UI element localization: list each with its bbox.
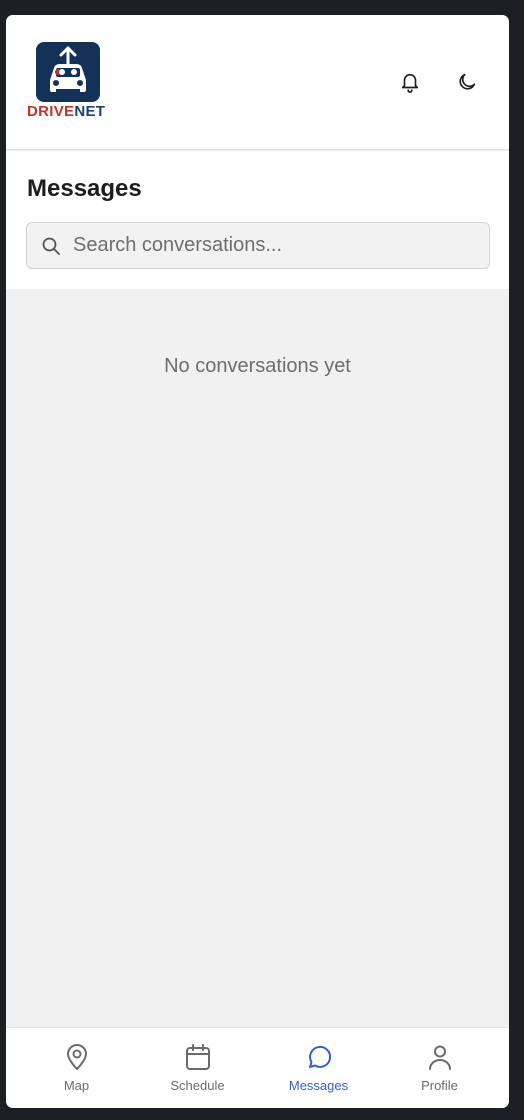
tab-profile[interactable]: Profile — [377, 1028, 502, 1108]
messages-section: Messages — [6, 151, 509, 289]
brand-part-net: NET — [74, 103, 106, 120]
tab-schedule[interactable]: Schedule — [135, 1028, 260, 1108]
car-upload-icon — [50, 46, 86, 92]
search-icon — [41, 236, 61, 256]
map-pin-icon — [62, 1042, 92, 1072]
bell-icon — [401, 73, 419, 93]
brand-part-drive: DRIVE — [27, 103, 75, 120]
calendar-icon — [183, 1042, 213, 1072]
drivenet-logo[interactable]: DRIVENET — [27, 40, 107, 122]
user-icon — [425, 1042, 455, 1072]
search-input[interactable] — [73, 223, 473, 268]
moon-icon — [459, 73, 476, 90]
bottom-tab-bar: Map Schedule Messages Profile — [6, 1027, 509, 1108]
brand-wordmark: DRIVENET — [27, 103, 107, 120]
tab-label: Messages — [288, 1078, 349, 1093]
logo-tile — [36, 42, 100, 102]
tab-label: Profile — [421, 1078, 458, 1093]
chat-bubble-icon — [304, 1042, 334, 1072]
app-frame: DRIVENET Messages No conversati — [6, 15, 509, 1108]
dark-mode-toggle[interactable] — [452, 67, 482, 97]
tab-label: Map — [63, 1078, 90, 1093]
tab-label: Schedule — [170, 1078, 225, 1093]
search-box[interactable] — [26, 222, 490, 269]
tab-messages[interactable]: Messages — [256, 1028, 381, 1108]
notifications-button[interactable] — [395, 67, 425, 97]
app-header: DRIVENET — [6, 15, 509, 150]
page-title: Messages — [27, 175, 142, 202]
empty-state-text: No conversations yet — [164, 355, 351, 377]
tab-map[interactable]: Map — [14, 1028, 139, 1108]
